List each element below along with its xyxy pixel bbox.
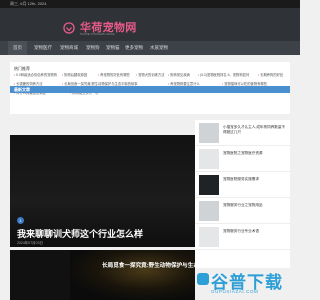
watermark-subtext: GUPUXIAZAI.COM [211,289,259,294]
article-thumbnail [199,175,219,195]
hot-item[interactable]: •狗狗后腿软原因 [62,73,87,78]
article-title[interactable]: 宠物服务行业专业术语 [223,229,287,234]
featured-article[interactable]: 1 我来聊聊训犬师这个行业怎么样 2024年07月03日 [10,135,195,247]
nav-item-aquarium[interactable]: 水族宠物 [150,41,168,55]
article-title[interactable]: 小猫宠多久才认主人,成年狗饲养数量不得超过几只 [223,125,287,135]
article-thumbnail [199,201,219,221]
featured-badge: 1 [17,217,24,224]
current-date: 周三, 6月 12th, 2024 [10,1,47,6]
hot-item[interactable]: •狗狗常见疾病 [168,73,190,78]
logo-subtitle: HUAHE CHONGWU WANG [80,33,115,36]
article-thumbnail [199,123,219,143]
featured-date: 2024年07月03日 [17,241,44,245]
article-title[interactable]: 长局觅食一探究竟:野生动物保护与生态平衡的故事 [102,261,195,269]
nav-item-medical[interactable]: 宠物医疗 [34,41,52,55]
site-header: 华荷宠物网 HUAHE CHONGWU WANG [0,8,300,41]
pet-logo-icon [63,22,75,34]
nav-item-more[interactable]: 更多宠物 [125,41,143,55]
hot-item[interactable]: •长期养狗的好处 [258,73,283,78]
section-title: 最新文章 [14,87,30,92]
list-item[interactable]: 宠物医院之宠物医疗资源 [195,146,290,172]
article-title[interactable]: 宠物服务行业之宠物用品 [223,203,287,208]
nav-item-cat[interactable]: 宠物猫 [106,41,120,55]
list-item[interactable]: 宠物医院服务实施需求 [195,172,290,198]
article-title[interactable]: 宠物医院之宠物医疗资源 [223,151,287,156]
side-article-list: 小猫宠多久才认主人,成年狗饲养数量不得超过几只 宠物医院之宠物医疗资源 宠物医院… [195,120,290,268]
nav-item-dog[interactable]: 宠物狗 [86,41,100,55]
hot-item[interactable]: •5.0种最适合情侣养的宠物狗 [14,73,57,78]
article-list-item[interactable]: 长局觅食一探究竟:野生动物保护与生态平衡的故事 [10,250,195,300]
list-item[interactable]: 小猫宠多久才认主人,成年狗饲养数量不得超过几只 [195,120,290,146]
featured-title[interactable]: 我来聊聊训犬师这个行业怎么样 [17,227,143,240]
hot-item[interactable]: •(5.0)宠物医院排名 6、宠物狗如何 [198,73,249,78]
hot-item[interactable]: •宠物犬的训练方法 [136,73,165,78]
article-title[interactable]: 宠物医院服务实施需求 [223,177,287,182]
hot-heading: 热门推荐 [14,66,30,71]
hot-item[interactable]: •养宠物的好处有哪些 [98,73,130,78]
article-thumbnail [199,227,219,247]
site-logo[interactable]: 华荷宠物网 HUAHE CHONGWU WANG [62,19,136,41]
list-item[interactable]: 宠物服务行业之宠物用品 [195,198,290,224]
watermark-logo-icon [197,273,209,285]
main-nav: 首页 宠物医疗 宠物商城 宠物狗 宠物猫 更多宠物 水族宠物 [0,41,300,55]
top-bar: 周三, 6月 12th, 2024 [0,0,300,8]
nav-item-home[interactable]: 首页 [8,41,27,55]
list-item[interactable]: 宠物服务行业专业术语 [195,224,290,250]
site-watermark: 谷普下载 GUPUXIAZAI.COM [195,268,295,300]
latest-articles-bar: 最新文章 [10,86,290,93]
article-image [70,250,195,300]
article-thumbnail [199,149,219,169]
nav-item-shop[interactable]: 宠物商城 [60,41,78,55]
